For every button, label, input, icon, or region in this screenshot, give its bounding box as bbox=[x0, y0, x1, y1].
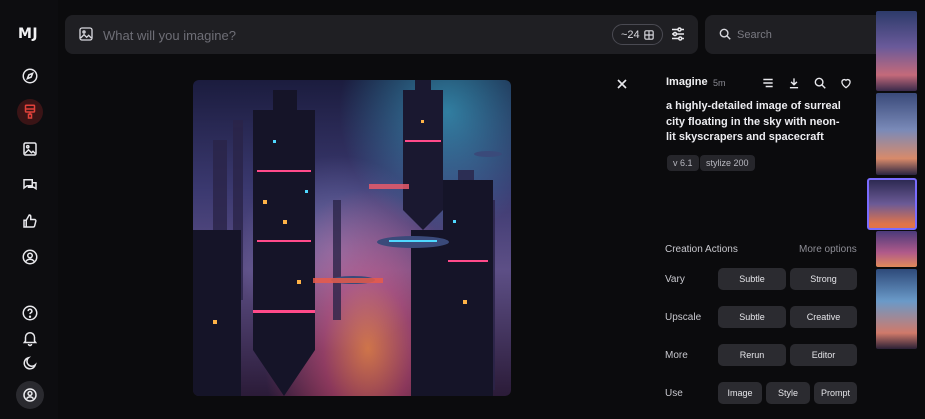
use-prompt-button[interactable]: Prompt bbox=[814, 382, 857, 404]
search-bar bbox=[705, 15, 891, 54]
help-icon[interactable] bbox=[17, 300, 43, 326]
heart-icon[interactable] bbox=[839, 76, 853, 90]
creation-actions-title: Creation Actions bbox=[665, 244, 738, 255]
vary-strong-button[interactable]: Strong bbox=[790, 268, 857, 290]
upscale-subtle-button[interactable]: Subtle bbox=[718, 306, 786, 328]
generated-image[interactable] bbox=[193, 80, 511, 396]
chat-icon[interactable] bbox=[17, 172, 43, 198]
vary-subtle-button[interactable]: Subtle bbox=[718, 268, 786, 290]
user-circle-icon[interactable] bbox=[17, 244, 43, 270]
download-icon[interactable] bbox=[787, 76, 801, 90]
thumbnail[interactable] bbox=[876, 11, 917, 91]
bell-icon[interactable] bbox=[17, 325, 43, 351]
image-count-pill[interactable]: ~24 bbox=[612, 24, 663, 45]
left-rail: MJ bbox=[0, 0, 58, 419]
thumbs-up-icon[interactable] bbox=[17, 208, 43, 234]
search-input[interactable] bbox=[737, 24, 877, 46]
prompt-bar: ~24 bbox=[65, 15, 698, 54]
app-logo[interactable]: MJ bbox=[18, 26, 38, 42]
thumbnail-strip bbox=[867, 11, 917, 351]
use-image-button[interactable]: Image bbox=[718, 382, 762, 404]
use-style-button[interactable]: Style bbox=[766, 382, 810, 404]
image-icon[interactable] bbox=[17, 136, 43, 162]
upscale-creative-button[interactable]: Creative bbox=[790, 306, 857, 328]
prompt-input[interactable] bbox=[103, 24, 583, 46]
prompt-text: a highly-detailed image of surreal city … bbox=[666, 100, 841, 143]
grid-icon bbox=[643, 29, 654, 40]
upscale-label: Upscale bbox=[665, 312, 702, 323]
menu-icon[interactable] bbox=[761, 76, 775, 90]
thumbnail-selected[interactable] bbox=[867, 178, 917, 230]
avatar-icon[interactable] bbox=[16, 381, 44, 409]
more-label: More bbox=[665, 350, 688, 361]
panel-time: 5m bbox=[713, 78, 726, 88]
stylize-tag[interactable]: stylize 200 bbox=[700, 155, 755, 171]
rerun-button[interactable]: Rerun bbox=[718, 344, 786, 366]
search-icon bbox=[719, 28, 731, 40]
thumbnail[interactable] bbox=[876, 231, 917, 267]
image-upload-icon[interactable] bbox=[78, 26, 94, 42]
use-label: Use bbox=[665, 388, 683, 399]
panel-title: Imagine bbox=[666, 76, 708, 88]
close-icon[interactable] bbox=[614, 76, 630, 92]
compass-icon[interactable] bbox=[17, 63, 43, 89]
more-options-link[interactable]: More options bbox=[799, 244, 857, 255]
version-tag[interactable]: v 6.1 bbox=[667, 155, 699, 171]
thumbnail[interactable] bbox=[876, 93, 917, 175]
moon-icon[interactable] bbox=[17, 350, 43, 376]
vary-label: Vary bbox=[665, 274, 685, 285]
sliders-icon[interactable] bbox=[669, 25, 687, 43]
brush-icon[interactable] bbox=[17, 99, 43, 125]
search-similar-icon[interactable] bbox=[813, 76, 827, 90]
thumbnail[interactable] bbox=[876, 269, 917, 349]
editor-button[interactable]: Editor bbox=[790, 344, 857, 366]
image-count: ~24 bbox=[621, 28, 640, 41]
right-edge bbox=[917, 0, 925, 419]
